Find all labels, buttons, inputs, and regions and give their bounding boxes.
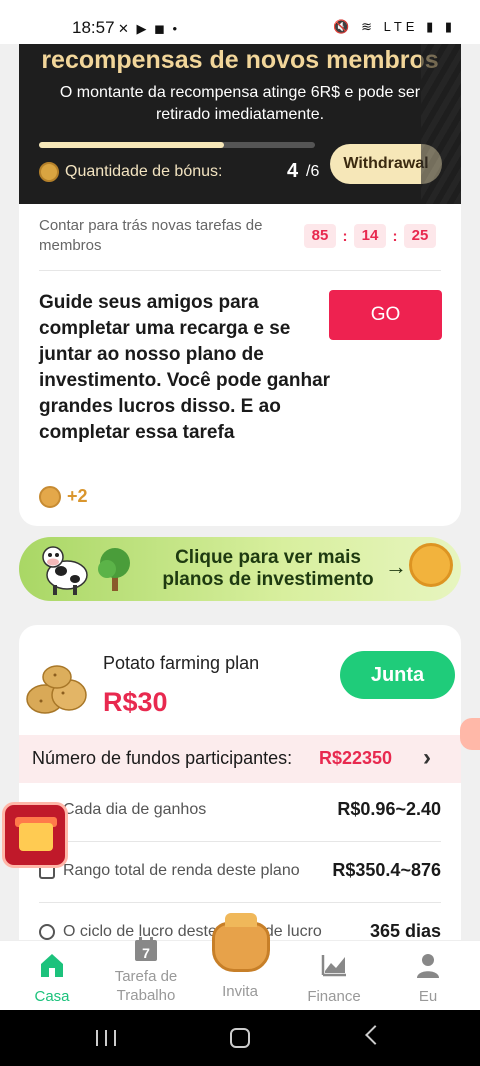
divider <box>39 902 441 903</box>
arrow-right-icon: → <box>385 554 407 579</box>
home-icon <box>41 954 63 977</box>
back-icon[interactable] <box>365 1025 385 1045</box>
stat-value: R$350.4~876 <box>332 860 441 880</box>
main-scroll-area[interactable]: recompensas de novos membros O montante … <box>0 44 480 940</box>
user-icon <box>417 954 439 978</box>
task-reward: +2 <box>67 486 88 506</box>
participating-funds-row[interactable]: Número de fundos participantes: R$22350 … <box>19 735 461 783</box>
nav-label: Tarefa de Trabalho <box>114 968 178 1004</box>
coin-icon <box>39 486 61 508</box>
nav-item-eu[interactable]: Eu <box>380 941 476 1011</box>
countdown-label: Contar para trás novas tarefas de membro… <box>39 217 263 254</box>
stat-total-income: Rango total de renda deste plano R$350.4… <box>39 852 441 896</box>
more-plans-promo-banner[interactable]: Clique para ver mais planos de investime… <box>19 537 461 601</box>
banner-description: O montante da recompensa atinge 6R$ e po… <box>59 84 421 123</box>
stat-daily-earnings: Cada dia de ganhos R$0.96~2.40 <box>39 791 441 835</box>
new-member-rewards-banner: recompensas de novos membros O montante … <box>19 44 461 204</box>
banner-title: recompensas de novos membros <box>41 46 439 74</box>
side-floating-tab[interactable] <box>460 718 480 750</box>
member-task-card: Contar para trás novas tarefas de membro… <box>19 204 461 526</box>
divider <box>39 841 441 842</box>
join-plan-button[interactable]: Junta <box>340 651 455 699</box>
nav-item-tarefa[interactable]: 7 Tarefa de Trabalho <box>98 937 194 1011</box>
status-bar: 18:57 ✕ ▶ ◼ • 🔇 ≋ LTE ▮ ▮ <box>0 0 480 44</box>
stat-value: 365 dias <box>369 921 441 940</box>
fund-label: Número de fundos participantes: <box>32 748 293 768</box>
clock-icon <box>39 924 55 940</box>
bonus-label: Quantidade de bónus: <box>65 163 223 180</box>
timer-separator: : <box>342 227 348 245</box>
bonus-total: /6 <box>306 163 320 180</box>
task-description: Guide seus amigos para completar uma rec… <box>39 292 331 443</box>
stat-label: Rango total de renda deste plano <box>63 862 300 879</box>
plan-name: Potato farming plan <box>103 653 260 673</box>
status-time: 18:57 <box>72 18 115 37</box>
bonus-progress-bar <box>39 142 315 148</box>
gift-icon <box>19 823 53 851</box>
divider <box>39 270 441 271</box>
stat-value: R$0.96~2.40 <box>337 799 441 819</box>
withdrawal-button[interactable]: Withdrawal <box>330 144 442 184</box>
fund-value: R$22350 <box>319 748 393 768</box>
go-button[interactable]: GO <box>329 290 442 340</box>
bonus-progress-fill <box>39 142 224 148</box>
chevron-right-icon[interactable]: › <box>423 744 431 772</box>
chart-icon <box>321 955 346 977</box>
nav-label: Casa <box>34 988 70 1005</box>
recents-icon[interactable] <box>96 1030 116 1046</box>
coin-icon <box>39 162 59 182</box>
system-status-icons: 🔇 ≋ LTE ▮ ▮ <box>333 19 456 34</box>
stat-label: Cada dia de ganhos <box>63 801 207 818</box>
countdown-timer: 85 : 14 : 25 <box>304 224 436 248</box>
timer-seconds: 25 <box>404 224 436 248</box>
stat-label: O ciclo de lucro deste plano de lucro <box>63 923 322 940</box>
nav-item-finance[interactable]: Finance <box>286 941 382 1011</box>
promo-text: Clique para ver mais planos de investime… <box>162 547 374 590</box>
bonus-count: 4 <box>287 160 299 182</box>
timer-separator: : <box>392 227 398 245</box>
investment-plan-card: Potato farming plan R$30 Junta Número de… <box>19 625 461 940</box>
calendar-icon: 7 <box>135 937 157 961</box>
nav-label: Invita <box>222 983 258 1000</box>
nav-item-casa[interactable]: Casa <box>4 941 100 1011</box>
notification-icons: ✕ ▶ ◼ • <box>118 21 180 36</box>
nav-label: Finance <box>307 988 361 1005</box>
money-bag-icon[interactable] <box>212 913 270 972</box>
plan-price: R$30 <box>103 687 168 717</box>
tree-icon <box>98 548 130 591</box>
system-navigation-bar <box>0 1010 480 1066</box>
potato-image <box>26 665 87 714</box>
cow-icon <box>42 546 88 595</box>
timer-minutes: 14 <box>354 224 386 248</box>
timer-hours: 85 <box>304 224 336 248</box>
gift-box-floating-button[interactable] <box>2 802 68 868</box>
home-button-icon[interactable] <box>230 1028 250 1048</box>
calendar-day: 7 <box>142 945 150 961</box>
coins-icon <box>409 543 453 587</box>
nav-label: Eu <box>418 988 438 1005</box>
